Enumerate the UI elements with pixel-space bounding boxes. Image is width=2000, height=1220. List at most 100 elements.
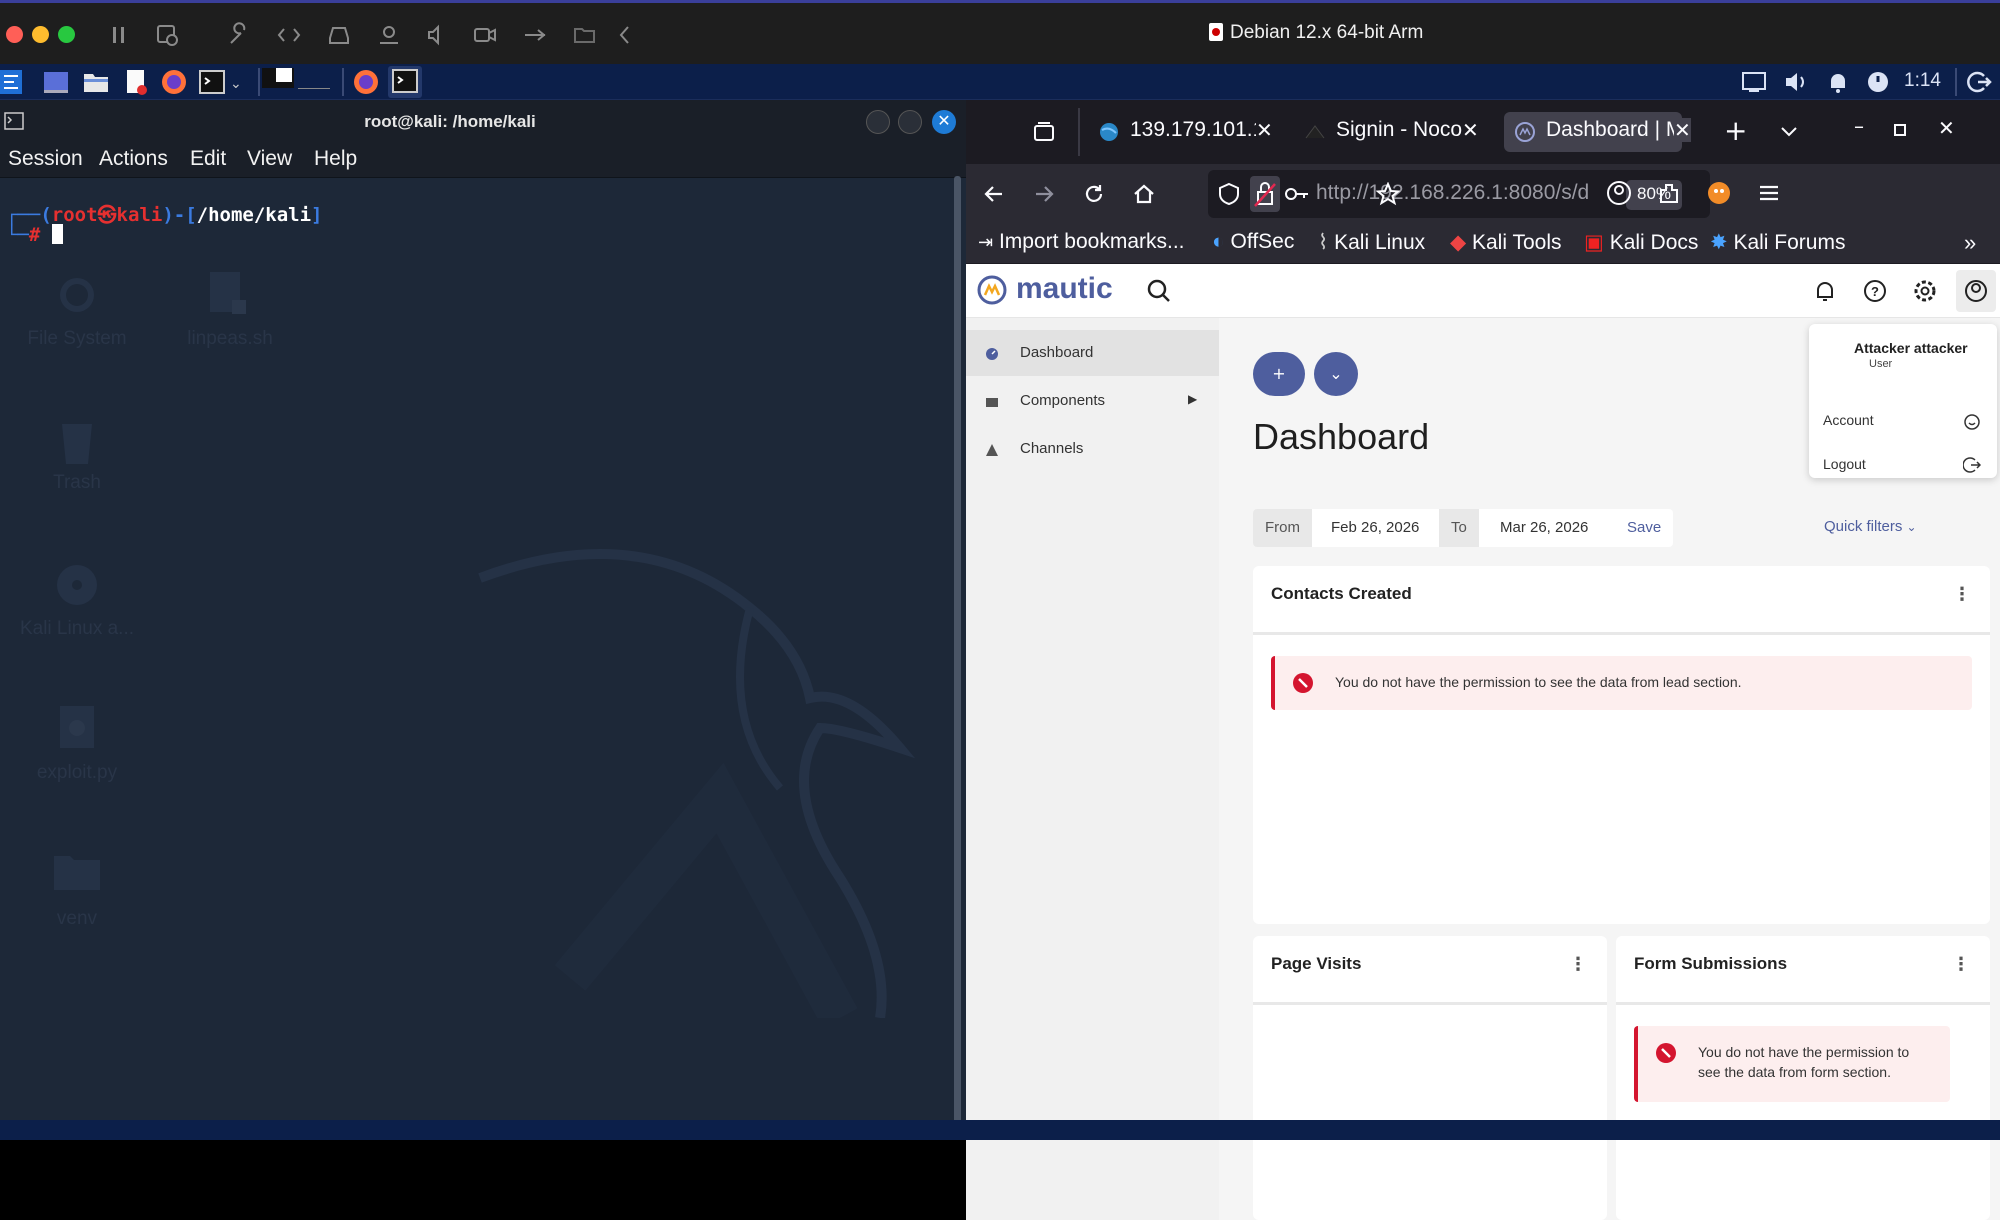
search-icon[interactable] (1146, 278, 1172, 304)
account-menu-item[interactable]: Account (1809, 404, 1997, 438)
tab-signin[interactable]: Signin - Nocol (1294, 112, 1462, 152)
menu-edit[interactable]: Edit (190, 147, 226, 171)
menu-session[interactable]: Session (8, 147, 83, 171)
from-date-input[interactable]: Feb 26, 2026 (1331, 519, 1419, 536)
bookmark-kali-docs[interactable]: ▣ Kali Docs (1584, 230, 1698, 255)
window-close-button[interactable]: ✕ (1938, 116, 1955, 140)
widget-menu-icon[interactable]: ⋮ (1953, 584, 1971, 605)
panel-separator (1955, 68, 1957, 96)
key-icon[interactable] (1284, 184, 1310, 204)
widget-menu-icon[interactable]: ⋮ (1952, 954, 1970, 975)
printer-icon[interactable] (376, 22, 402, 48)
terminal-output[interactable]: File System linpeas.sh Trash Kali Linux … (0, 178, 966, 1140)
help-icon[interactable]: ? (1862, 278, 1888, 304)
notifications-icon[interactable] (1824, 68, 1852, 96)
chevron-down-icon[interactable]: ⌄ (230, 76, 242, 92)
snapshot-icon[interactable] (154, 22, 180, 48)
sidebar-item-components[interactable]: Components ▶ (966, 378, 1219, 424)
bookmark-star-icon[interactable] (1376, 182, 1400, 206)
close-window-button[interactable] (6, 26, 23, 43)
bookmark-kali-linux[interactable]: ⌇ Kali Linux (1318, 230, 1425, 255)
user-menu-button[interactable] (1956, 270, 1996, 312)
tab-overview-icon[interactable] (1032, 120, 1056, 144)
workspace-switcher[interactable] (262, 66, 334, 98)
sound-icon[interactable] (424, 22, 450, 48)
folder-icon[interactable] (52, 850, 102, 892)
python-file-icon[interactable] (56, 704, 98, 752)
settings-gear-icon[interactable] (1912, 278, 1938, 304)
tab-close-icon[interactable]: ✕ (1462, 118, 1479, 142)
to-date-input[interactable]: Mar 26, 2026 (1500, 519, 1588, 536)
url-bar[interactable]: http://192.168.226.1:8080/s/d 80% (1208, 170, 1710, 218)
foxyproxy-icon[interactable] (1706, 180, 1732, 206)
home-icon[interactable] (1132, 182, 1156, 206)
bell-icon[interactable] (1812, 278, 1838, 304)
panel-clock[interactable]: 1:14 (1904, 70, 1941, 92)
dashboard-options-button[interactable]: ⌄ (1314, 352, 1358, 396)
bookmark-kali-tools[interactable]: ◆ Kali Tools (1450, 230, 1562, 255)
logout-icon[interactable] (1964, 68, 1992, 96)
power-manager-icon[interactable] (1864, 68, 1892, 96)
wrench-icon[interactable] (226, 22, 252, 48)
menu-help[interactable]: Help (314, 147, 357, 171)
terminal-task-button[interactable] (388, 66, 422, 98)
file-manager-icon[interactable] (82, 68, 110, 96)
tab-dashboard[interactable]: Dashboard | M (1504, 112, 1682, 152)
text-editor-icon[interactable] (122, 68, 150, 96)
quick-filters-dropdown[interactable]: Quick filters ⌄ (1824, 518, 1917, 535)
terminal-icon[interactable] (198, 68, 226, 96)
account-icon[interactable] (1606, 180, 1632, 206)
terminal-close-button[interactable]: ✕ (932, 110, 956, 134)
disc-icon[interactable] (54, 562, 100, 608)
window-maximize-button[interactable] (1894, 124, 1906, 136)
shared-folder-icon[interactable] (572, 22, 598, 48)
volume-icon[interactable] (1782, 68, 1810, 96)
chevron-left-icon[interactable] (612, 22, 638, 48)
tab-close-icon[interactable]: ✕ (1674, 118, 1691, 142)
terminal-scrollbar[interactable] (954, 176, 961, 1136)
widget-divider (1253, 632, 1990, 635)
bookmark-import[interactable]: ⇥ Import bookmarks... (978, 230, 1185, 254)
sidebar-item-channels[interactable]: Channels (966, 426, 1219, 472)
trash-icon[interactable] (56, 418, 98, 466)
terminal-minimize-button[interactable] (866, 110, 890, 134)
display-icon[interactable] (1740, 68, 1768, 96)
save-filter-button[interactable]: Save (1627, 519, 1661, 536)
tab-close-icon[interactable]: ✕ (1256, 118, 1273, 142)
code-icon[interactable] (276, 22, 302, 48)
add-widget-button[interactable]: + (1253, 352, 1305, 396)
zoom-window-button[interactable] (58, 26, 75, 43)
pause-icon[interactable] (106, 22, 132, 48)
bookmark-offsec[interactable]: ◐ OffSec (1212, 230, 1294, 254)
drive-icon[interactable] (326, 22, 352, 48)
terminal-maximize-button[interactable] (898, 110, 922, 134)
kali-menu-icon[interactable] (0, 68, 22, 96)
logout-menu-item[interactable]: Logout (1809, 448, 1997, 482)
list-tabs-icon[interactable] (1778, 120, 1800, 142)
mautic-logo-icon (977, 275, 1007, 305)
insecure-lock-icon[interactable] (1250, 176, 1280, 212)
usb-icon[interactable] (522, 22, 548, 48)
panel-separator (342, 68, 344, 96)
new-tab-button[interactable]: + (1724, 114, 1747, 147)
extensions-icon[interactable] (1656, 180, 1682, 206)
script-file-icon[interactable] (206, 270, 248, 318)
reload-icon[interactable] (1082, 182, 1106, 206)
bookmarks-overflow-icon[interactable]: » (1964, 230, 1976, 256)
window-minimize-button[interactable]: – (1854, 114, 1864, 138)
forward-icon[interactable] (1032, 182, 1056, 206)
sidebar-item-dashboard[interactable]: Dashboard (966, 330, 1219, 376)
widget-menu-icon[interactable]: ⋮ (1569, 954, 1587, 975)
show-desktop-icon[interactable] (42, 68, 70, 96)
tab-ip[interactable]: 139.179.101.16 (1088, 112, 1256, 152)
firefox-icon[interactable] (160, 68, 188, 96)
back-icon[interactable] (982, 182, 1006, 206)
menu-view[interactable]: View (247, 147, 292, 171)
firefox-task-icon[interactable] (352, 68, 380, 96)
minimize-window-button[interactable] (32, 26, 49, 43)
camera-icon[interactable] (472, 22, 498, 48)
menu-actions[interactable]: Actions (99, 147, 168, 171)
filesystem-desktop-icon[interactable] (56, 274, 98, 316)
bookmark-kali-forums[interactable]: ✸ Kali Forums (1710, 230, 1845, 255)
app-menu-icon[interactable] (1756, 180, 1782, 206)
